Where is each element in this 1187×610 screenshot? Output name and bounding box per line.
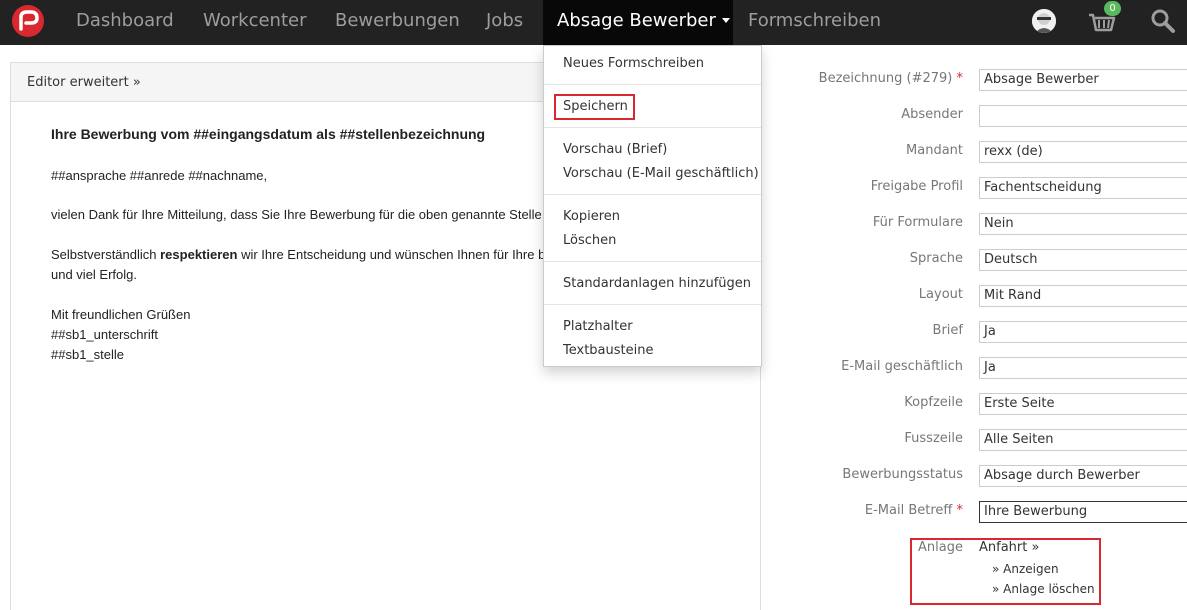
- nav-active-label: Absage Bewerber: [557, 10, 716, 31]
- nav-workcenter[interactable]: Workcenter: [203, 0, 307, 45]
- nav-jobs[interactable]: Jobs: [486, 0, 523, 45]
- menu-preview-letter[interactable]: Vorschau (Brief): [563, 142, 667, 157]
- menu-divider: [544, 84, 761, 85]
- menu-placeholders[interactable]: Platzhalter: [563, 319, 633, 334]
- label-email-betreff-text: E-Mail Betreff: [864, 503, 953, 518]
- bezeichnung-field[interactable]: Absage Bewerber: [979, 69, 1187, 91]
- nav-absage-bewerber[interactable]: Absage Bewerber: [543, 0, 733, 45]
- label-email-geschaeftlich: E-Mail geschäftlich: [841, 359, 963, 374]
- para2-bold: respektieren: [160, 247, 238, 262]
- attachment-name[interactable]: Anfahrt »: [979, 540, 1039, 555]
- sprache-select[interactable]: Deutsch: [979, 249, 1187, 271]
- freigabe-profil-select[interactable]: Fachentscheidung: [979, 177, 1187, 199]
- attachment-delete-link[interactable]: » Anlage löschen: [992, 582, 1095, 596]
- menu-copy[interactable]: Kopieren: [563, 209, 620, 224]
- required-marker: *: [956, 71, 964, 86]
- nav-formschreiben[interactable]: Formschreiben: [748, 0, 881, 45]
- label-brief: Brief: [932, 323, 963, 338]
- menu-add-standard-attachments[interactable]: Standardanlagen hinzufügen: [563, 276, 751, 291]
- caret-down-icon: [721, 17, 730, 23]
- cart-count-badge: 0: [1104, 1, 1121, 16]
- letter-paragraph-2-line-2: und viel Erfolg.: [51, 267, 137, 282]
- menu-divider: [544, 194, 761, 195]
- letter-position: ##sb1_stelle: [51, 347, 124, 362]
- menu-delete[interactable]: Löschen: [563, 233, 616, 248]
- menu-divider: [544, 304, 761, 305]
- menu-preview-email[interactable]: Vorschau (E-Mail geschäftlich): [563, 166, 759, 181]
- label-bewerbungsstatus: Bewerbungsstatus: [842, 467, 963, 482]
- letter-paragraph-1: vielen Dank für Ihre Mitteilung, dass Si…: [51, 207, 542, 222]
- menu-save[interactable]: Speichern: [563, 99, 628, 114]
- letter-heading: Ihre Bewerbung vom ##eingangsdatum als #…: [51, 126, 486, 142]
- label-absender: Absender: [901, 107, 963, 122]
- actions-dropdown-menu: Neues Formschreiben Speichern Vorschau (…: [543, 45, 762, 367]
- fusszeile-select[interactable]: Alle Seiten: [979, 429, 1187, 451]
- menu-divider: [544, 261, 761, 262]
- label-fuer-formulare: Für Formulare: [872, 215, 963, 230]
- label-sprache: Sprache: [909, 251, 963, 266]
- letter-salutation: ##ansprache ##anrede ##nachname,: [51, 168, 268, 183]
- label-fusszeile: Fusszeile: [904, 431, 963, 446]
- top-navbar: Dashboard Workcenter Bewerbungen Jobs Ab…: [0, 0, 1187, 45]
- letter-paragraph-2: Selbstverständlich respektieren wir Ihre…: [51, 247, 545, 262]
- nav-dashboard[interactable]: Dashboard: [76, 0, 174, 45]
- label-kopfzeile: Kopfzeile: [904, 395, 963, 410]
- label-freigabe-profil: Freigabe Profil: [870, 179, 963, 194]
- menu-new-form-letter[interactable]: Neues Formschreiben: [563, 56, 704, 71]
- search-icon[interactable]: [1150, 8, 1176, 34]
- letter-signature: ##sb1_unterschrift: [51, 327, 158, 342]
- avatar[interactable]: [1032, 9, 1056, 33]
- email-betreff-field[interactable]: Ihre Bewerbung: [979, 501, 1187, 523]
- label-bezeichnung: Bezeichnung (#279) *: [819, 71, 963, 86]
- para2-pre: Selbstverständlich: [51, 247, 161, 262]
- label-layout: Layout: [918, 287, 963, 302]
- logo-icon[interactable]: [12, 5, 44, 37]
- absender-field[interactable]: [979, 105, 1187, 127]
- nav-bewerbungen[interactable]: Bewerbungen: [335, 0, 460, 45]
- label-email-betreff: E-Mail Betreff *: [865, 503, 963, 518]
- attachment-show-link[interactable]: » Anzeigen: [992, 562, 1059, 576]
- letter-closing: Mit freundlichen Grüßen: [51, 307, 191, 322]
- menu-text-blocks[interactable]: Textbausteine: [563, 343, 653, 358]
- fuer-formulare-select[interactable]: Nein: [979, 213, 1187, 235]
- layout-select[interactable]: Mit Rand: [979, 285, 1187, 307]
- required-marker: *: [956, 503, 964, 518]
- para2-post: wir Ihre Entscheidung und wünschen Ihnen…: [237, 247, 546, 262]
- editor-expand-toggle[interactable]: Editor erweitert »: [27, 75, 141, 90]
- label-mandant: Mandant: [906, 143, 963, 158]
- email-geschaeftlich-select[interactable]: Ja: [979, 357, 1187, 379]
- mandant-select[interactable]: rexx (de): [979, 141, 1187, 163]
- menu-divider: [544, 127, 761, 128]
- kopfzeile-select[interactable]: Erste Seite: [979, 393, 1187, 415]
- label-bezeichnung-text: Bezeichnung (#279): [818, 71, 953, 86]
- brief-select[interactable]: Ja: [979, 321, 1187, 343]
- bewerbungsstatus-select[interactable]: Absage durch Bewerber: [979, 465, 1187, 487]
